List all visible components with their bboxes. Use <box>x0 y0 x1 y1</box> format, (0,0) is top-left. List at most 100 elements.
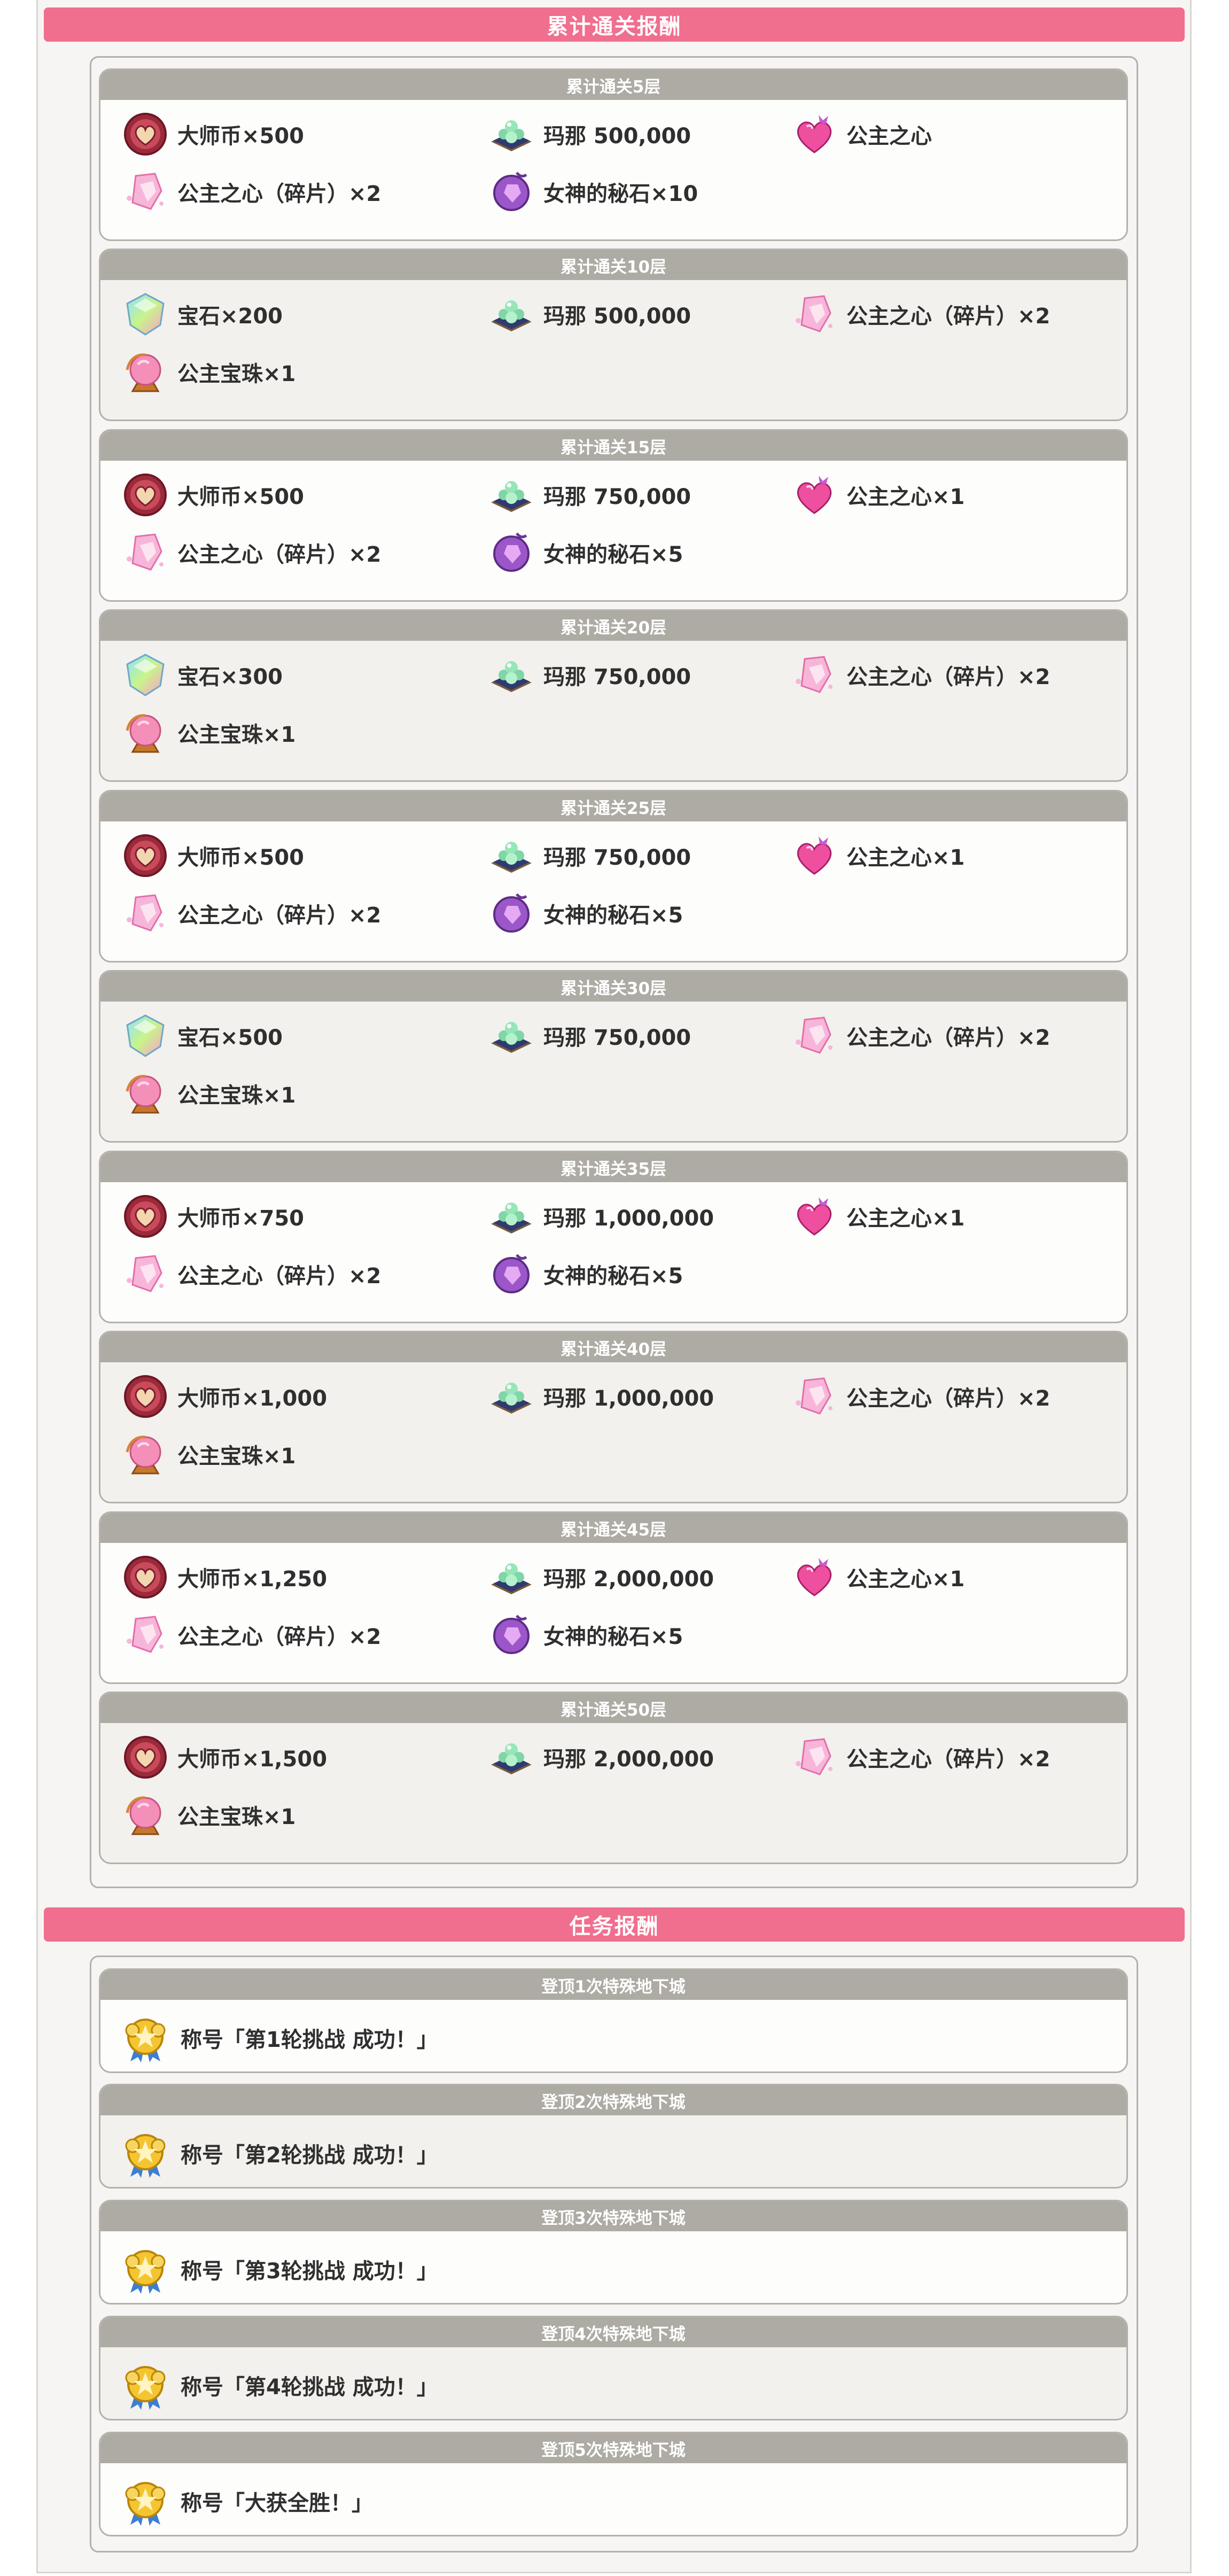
reward-item: 玛那 2,000,000 <box>488 1731 714 1784</box>
reward-item: 公主之心（碎片）×2 <box>122 165 381 219</box>
reward-item: 玛那 750,000 <box>488 829 691 882</box>
princess-heart-fragment-icon <box>791 1373 838 1420</box>
mission-card: 登顶1次特殊地下城 称号「第1轮挑战 成功！」 <box>99 1968 1128 2073</box>
reward-item-label: 女神的秘石×10 <box>543 182 698 206</box>
reward-item-label: 公主之心×1 <box>846 1567 965 1592</box>
title-medal-icon <box>120 2012 171 2063</box>
mission-reward-label: 称号「大获全胜！」 <box>181 2491 373 2516</box>
princess-heart-fragment-icon <box>791 651 838 699</box>
princess-heart-fragment-icon <box>122 1611 169 1658</box>
goddess-stone-icon <box>488 1251 535 1298</box>
reward-item: 公主之心（碎片）×2 <box>791 1009 1050 1062</box>
reward-item: 玛那 750,000 <box>488 648 691 702</box>
reward-item: 公主宝珠×1 <box>122 1788 295 1842</box>
master-coin-icon <box>122 1554 169 1601</box>
jewel-icon <box>122 1012 169 1059</box>
reward-item-label: 女神的秘石×5 <box>543 1264 683 1289</box>
reward-item: 公主之心（碎片）×2 <box>122 887 381 940</box>
reward-item-label: 宝石×500 <box>177 1026 283 1050</box>
title-medal-icon <box>120 2128 171 2179</box>
title-medal-icon <box>120 2244 171 2295</box>
reward-item-label: 公主之心（碎片）×2 <box>846 304 1051 329</box>
reward-item: 公主之心 <box>791 107 932 161</box>
cumulative-section-title: 累计通关报酬 <box>44 7 1185 42</box>
master-coin-icon <box>122 1193 169 1240</box>
reward-item: 公主之心×1 <box>791 468 964 522</box>
mana-icon <box>488 1012 535 1059</box>
goddess-stone-icon <box>488 890 535 937</box>
title-medal-icon <box>120 2476 171 2527</box>
reward-item: 公主之心（碎片）×2 <box>122 526 381 579</box>
princess-heart-fragment-icon <box>791 1734 838 1781</box>
reward-item: 公主之心（碎片）×2 <box>791 1731 1050 1784</box>
reward-item-label: 女神的秘石×5 <box>543 1625 683 1649</box>
reward-item: 女神的秘石×5 <box>488 887 683 940</box>
mission-reward: 称号「大获全胜！」 <box>120 2472 373 2531</box>
reward-card: 累计通关40层 大师币×1,000 玛那 1,000,000 公主之心（碎片）×2 公主… <box>99 1331 1128 1503</box>
mana-icon <box>488 832 535 879</box>
reward-item: 公主之心（碎片）×2 <box>791 288 1050 341</box>
reward-item-label: 大师币×500 <box>177 845 305 870</box>
princess-heart-icon <box>791 832 838 879</box>
reward-card: 累计通关20层宝石×300 玛那 750,000 公主之心（碎片）×2 公主宝珠×1 <box>99 609 1128 782</box>
reward-item-label: 玛那 1,000,000 <box>543 1206 714 1231</box>
master-coin-icon <box>122 832 169 879</box>
reward-item: 公主宝珠×1 <box>122 706 295 759</box>
reward-item: 大师币×500 <box>122 829 304 882</box>
reward-item: 大师币×500 <box>122 468 304 522</box>
mana-icon <box>488 1554 535 1601</box>
reward-item-label: 公主之心（碎片）×2 <box>177 903 382 928</box>
reward-item-label: 玛那 2,000,000 <box>543 1747 714 1772</box>
jewel-icon <box>122 651 169 699</box>
mission-reward: 称号「第2轮挑战 成功！」 <box>120 2124 438 2183</box>
mission-card-title: 登顶3次特殊地下城 <box>100 2201 1126 2231</box>
reward-item: 玛那 500,000 <box>488 107 691 161</box>
reward-card-title: 累计通关20层 <box>100 611 1126 641</box>
princess-orb-icon <box>122 1070 169 1117</box>
princess-heart-fragment-icon <box>122 1251 169 1298</box>
reward-item-label: 公主之心（碎片）×2 <box>177 1625 382 1649</box>
reward-item: 公主之心×1 <box>791 1550 964 1604</box>
reward-item-label: 玛那 1,000,000 <box>543 1386 714 1411</box>
reward-card: 累计通关10层宝石×200 玛那 500,000 公主之心（碎片）×2 公主宝珠×1 <box>99 249 1128 421</box>
reward-item-label: 玛那 2,000,000 <box>543 1567 714 1592</box>
master-coin-icon <box>122 1373 169 1420</box>
reward-item-label: 大师币×750 <box>177 1206 305 1231</box>
mana-icon <box>488 471 535 518</box>
princess-heart-icon <box>791 111 838 158</box>
reward-item: 公主之心（碎片）×2 <box>791 648 1050 702</box>
mission-reward: 称号「第1轮挑战 成功！」 <box>120 2008 438 2067</box>
reward-card-title: 累计通关30层 <box>100 972 1126 1002</box>
reward-item-label: 公主之心 <box>846 124 932 149</box>
reward-item-label: 大师币×1,500 <box>177 1747 328 1772</box>
reward-item-label: 公主之心×1 <box>846 485 965 509</box>
reward-item: 大师币×1,000 <box>122 1370 327 1423</box>
reward-item-label: 宝石×300 <box>177 665 283 689</box>
reward-item-label: 玛那 500,000 <box>543 304 691 329</box>
mana-icon <box>488 111 535 158</box>
reward-item: 公主之心（碎片）×2 <box>122 1247 381 1301</box>
mission-card: 登顶3次特殊地下城称号「第3轮挑战 成功！」 <box>99 2200 1128 2305</box>
mission-reward: 称号「第3轮挑战 成功！」 <box>120 2240 438 2299</box>
mission-card-title: 登顶2次特殊地下城 <box>100 2085 1126 2115</box>
reward-item: 玛那 2,000,000 <box>488 1550 714 1604</box>
reward-card: 累计通关35层 大师币×750 玛那 1,000,000 公主之心×1 公主之心（碎片）… <box>99 1151 1128 1323</box>
mission-card: 登顶2次特殊地下城称号「第2轮挑战 成功！」 <box>99 2084 1128 2189</box>
reward-item: 女神的秘石×5 <box>488 526 683 579</box>
reward-card-title: 累计通关15层 <box>100 431 1126 461</box>
reward-item-label: 公主之心（碎片）×2 <box>846 1747 1051 1772</box>
reward-item: 女神的秘石×5 <box>488 1608 683 1662</box>
master-coin-icon <box>122 471 169 518</box>
reward-item-label: 公主宝珠×1 <box>177 1083 296 1108</box>
mission-card: 登顶5次特殊地下城称号「大获全胜！」 <box>99 2432 1128 2536</box>
reward-item-label: 公主宝珠×1 <box>177 1444 296 1469</box>
reward-item: 宝石×200 <box>122 288 283 341</box>
reward-card: 累计通关45层 大师币×1,250 玛那 2,000,000 公主之心×1 公主之心（碎… <box>99 1511 1128 1684</box>
princess-heart-fragment-icon <box>791 1012 838 1059</box>
reward-card-title: 累计通关10层 <box>100 250 1126 280</box>
mission-card-title: 登顶5次特殊地下城 <box>100 2433 1126 2463</box>
mana-icon <box>488 1734 535 1781</box>
reward-item-label: 公主之心（碎片）×2 <box>846 665 1051 689</box>
princess-heart-fragment-icon <box>791 291 838 338</box>
reward-item: 公主宝珠×1 <box>122 345 295 399</box>
